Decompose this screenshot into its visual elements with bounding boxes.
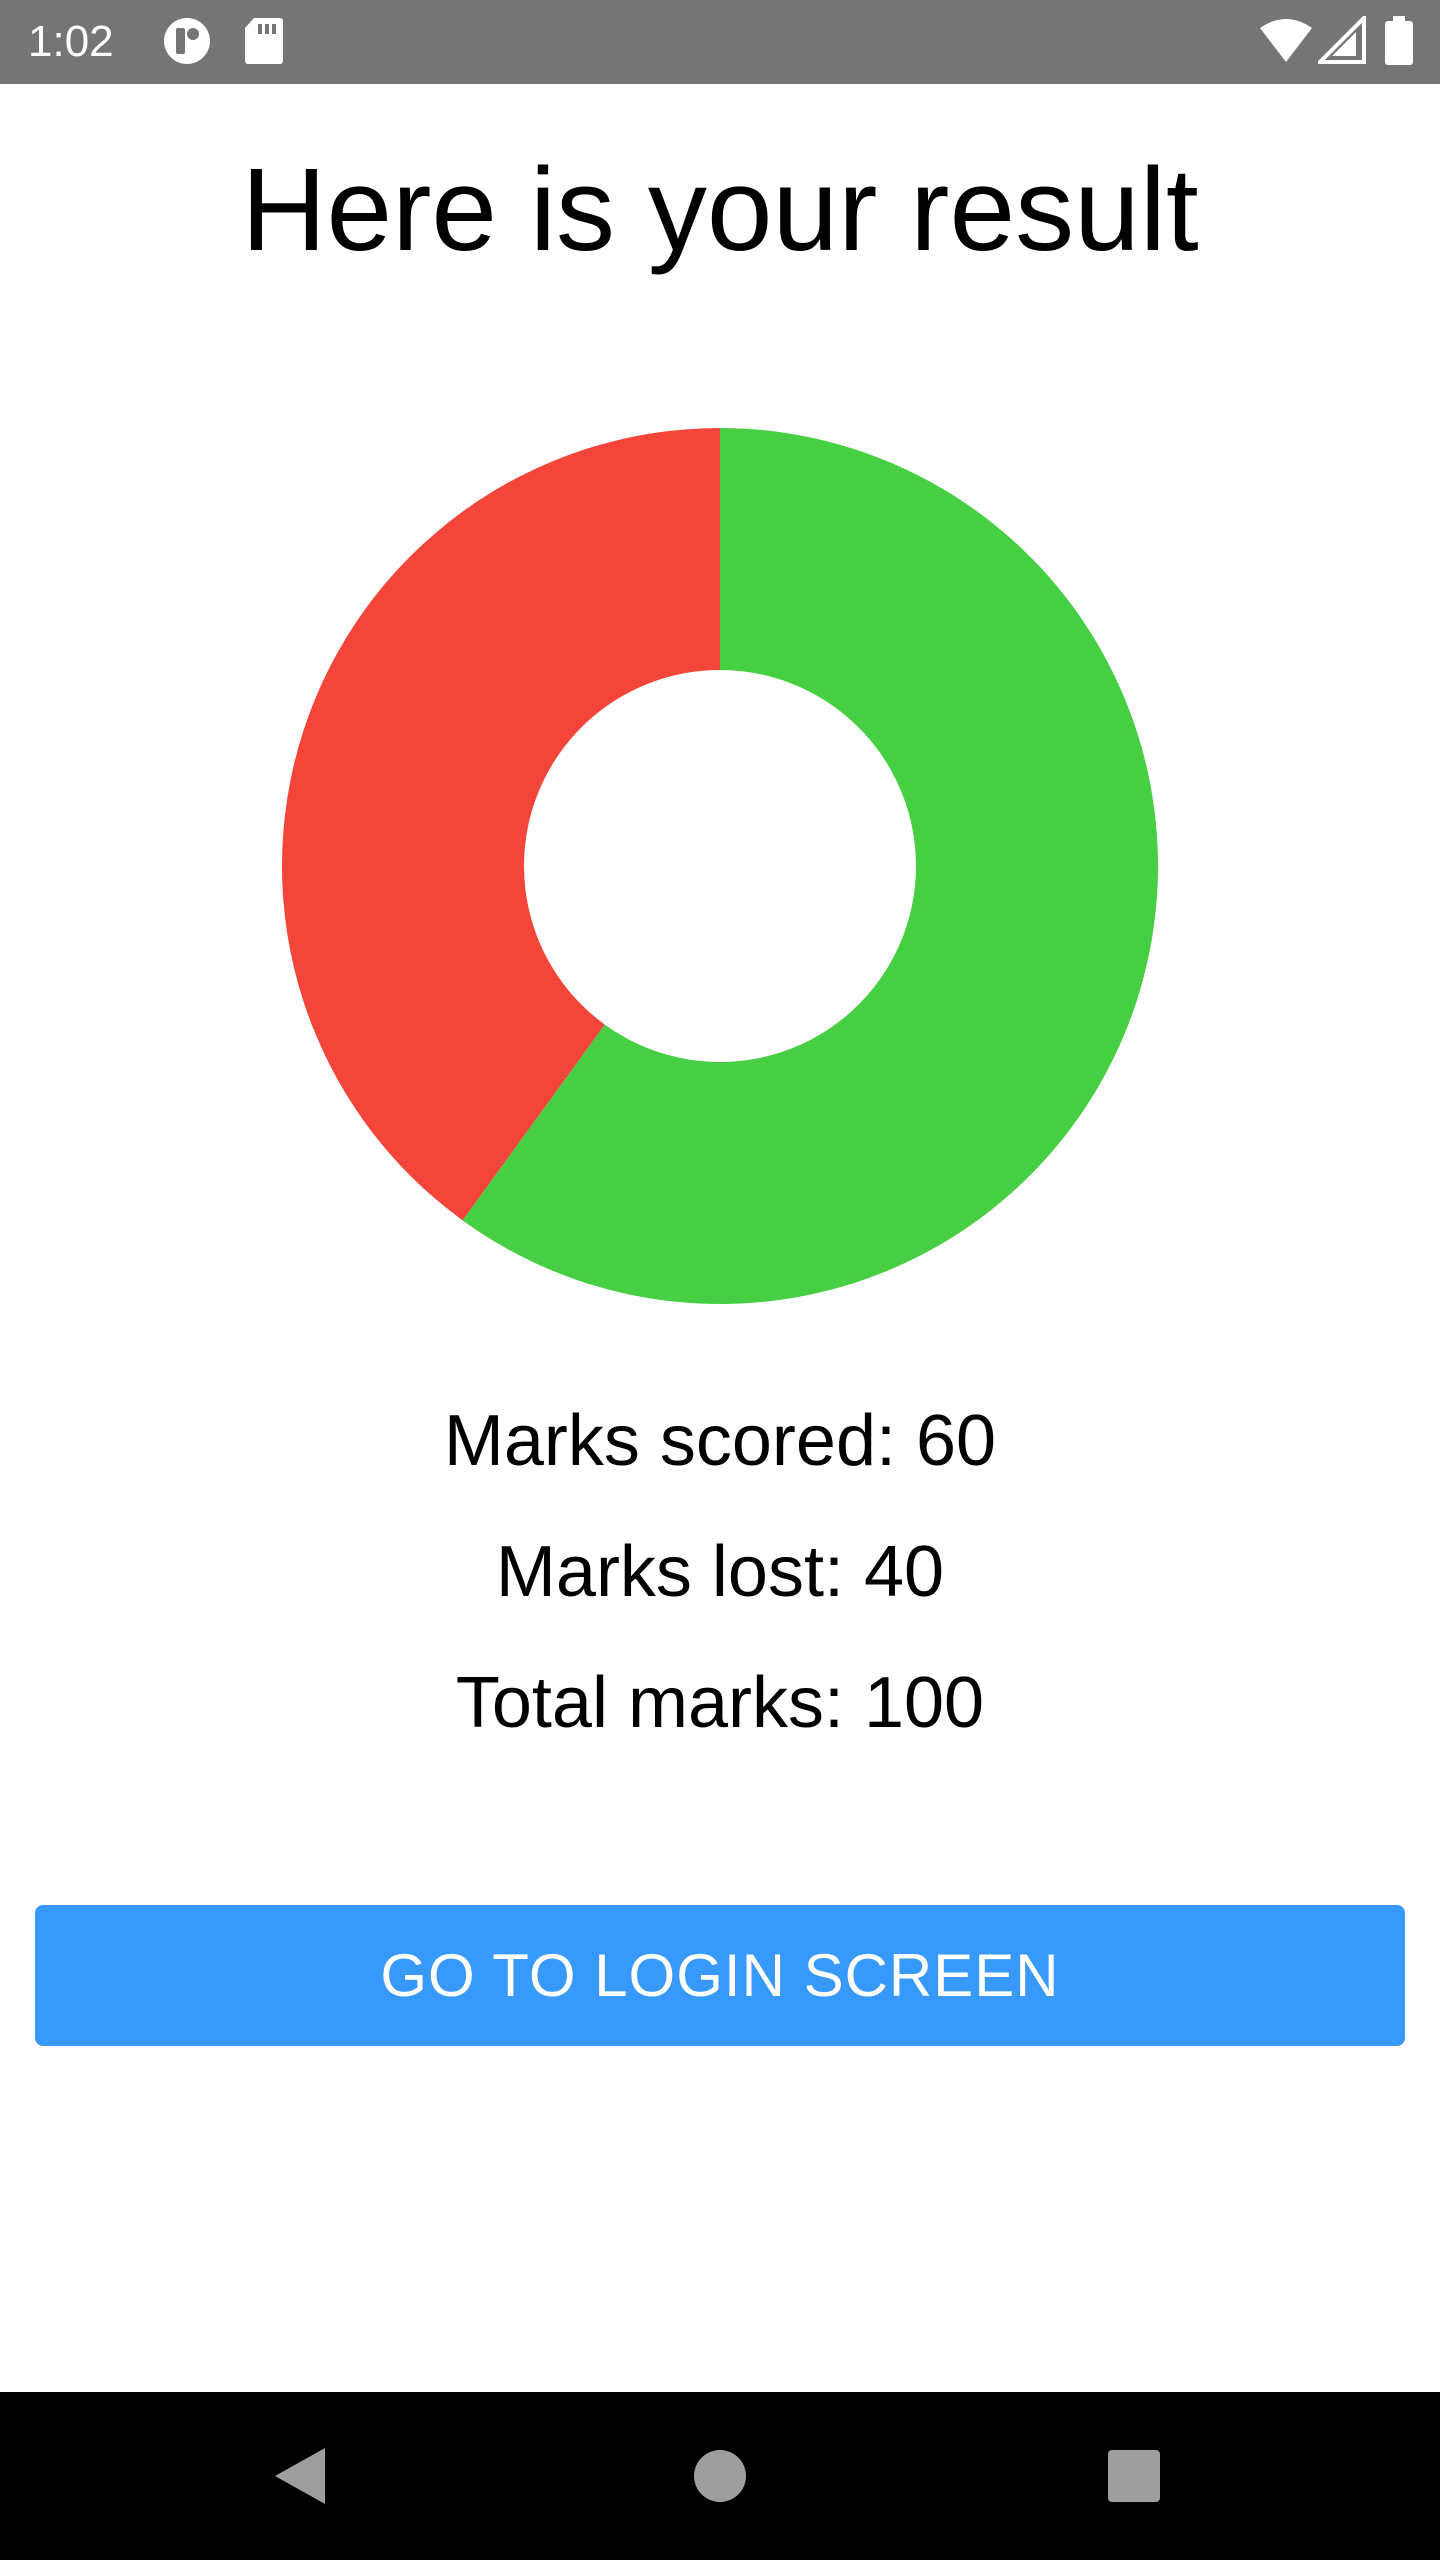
marks-lost-text: Marks lost: 40: [495, 1532, 945, 1612]
status-time: 1:02: [28, 17, 114, 66]
result-donut-chart: [282, 428, 1158, 1304]
back-icon[interactable]: [259, 2436, 339, 2516]
sd-card-icon: [244, 16, 284, 66]
page-title: Here is your result: [241, 144, 1199, 276]
wifi-icon: [1258, 16, 1314, 66]
battery-icon: [1384, 16, 1414, 66]
cell-signal-icon: [1318, 16, 1366, 66]
go-to-login-button[interactable]: GO TO LOGIN SCREEN: [35, 1905, 1405, 2046]
app-notification-icon: [162, 16, 212, 66]
status-bar: 1:02: [0, 0, 1440, 84]
recents-icon[interactable]: [1094, 2436, 1174, 2516]
navigation-bar: [0, 2392, 1440, 2560]
total-marks-text: Total marks: 100: [455, 1663, 985, 1743]
marks-scored-text: Marks scored: 60: [443, 1401, 997, 1481]
home-icon[interactable]: [680, 2436, 760, 2516]
